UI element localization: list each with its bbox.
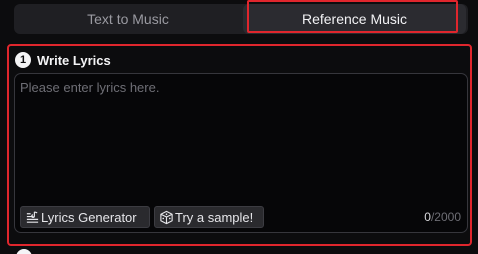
character-count: 0 xyxy=(424,210,431,224)
step-number-badge: 1 xyxy=(15,52,31,68)
lyrics-lines-icon xyxy=(26,210,39,223)
tab-reference-music[interactable]: Reference Music xyxy=(243,4,466,34)
tab-text-to-music[interactable]: Text to Music xyxy=(14,4,242,34)
write-lyrics-header: 1 Write Lyrics xyxy=(15,51,111,69)
lyrics-generator-button[interactable]: Lyrics Generator xyxy=(20,206,150,228)
dice-icon xyxy=(160,210,173,224)
lyrics-input[interactable] xyxy=(20,80,460,198)
lyrics-editor: Lyrics Generator Try a sample! 0/2000 xyxy=(14,73,468,233)
music-generator-panel: Text to Music Reference Music 1 Write Ly… xyxy=(0,0,478,254)
next-step-badge xyxy=(16,249,32,254)
section-title: Write Lyrics xyxy=(37,52,111,68)
character-counter: 0/2000 xyxy=(424,210,461,224)
lyrics-generator-label: Lyrics Generator xyxy=(41,209,137,225)
try-sample-button[interactable]: Try a sample! xyxy=(154,206,264,228)
character-limit: /2000 xyxy=(430,210,461,224)
mode-tabs: Text to Music Reference Music xyxy=(14,4,468,34)
try-sample-label: Try a sample! xyxy=(175,209,254,225)
